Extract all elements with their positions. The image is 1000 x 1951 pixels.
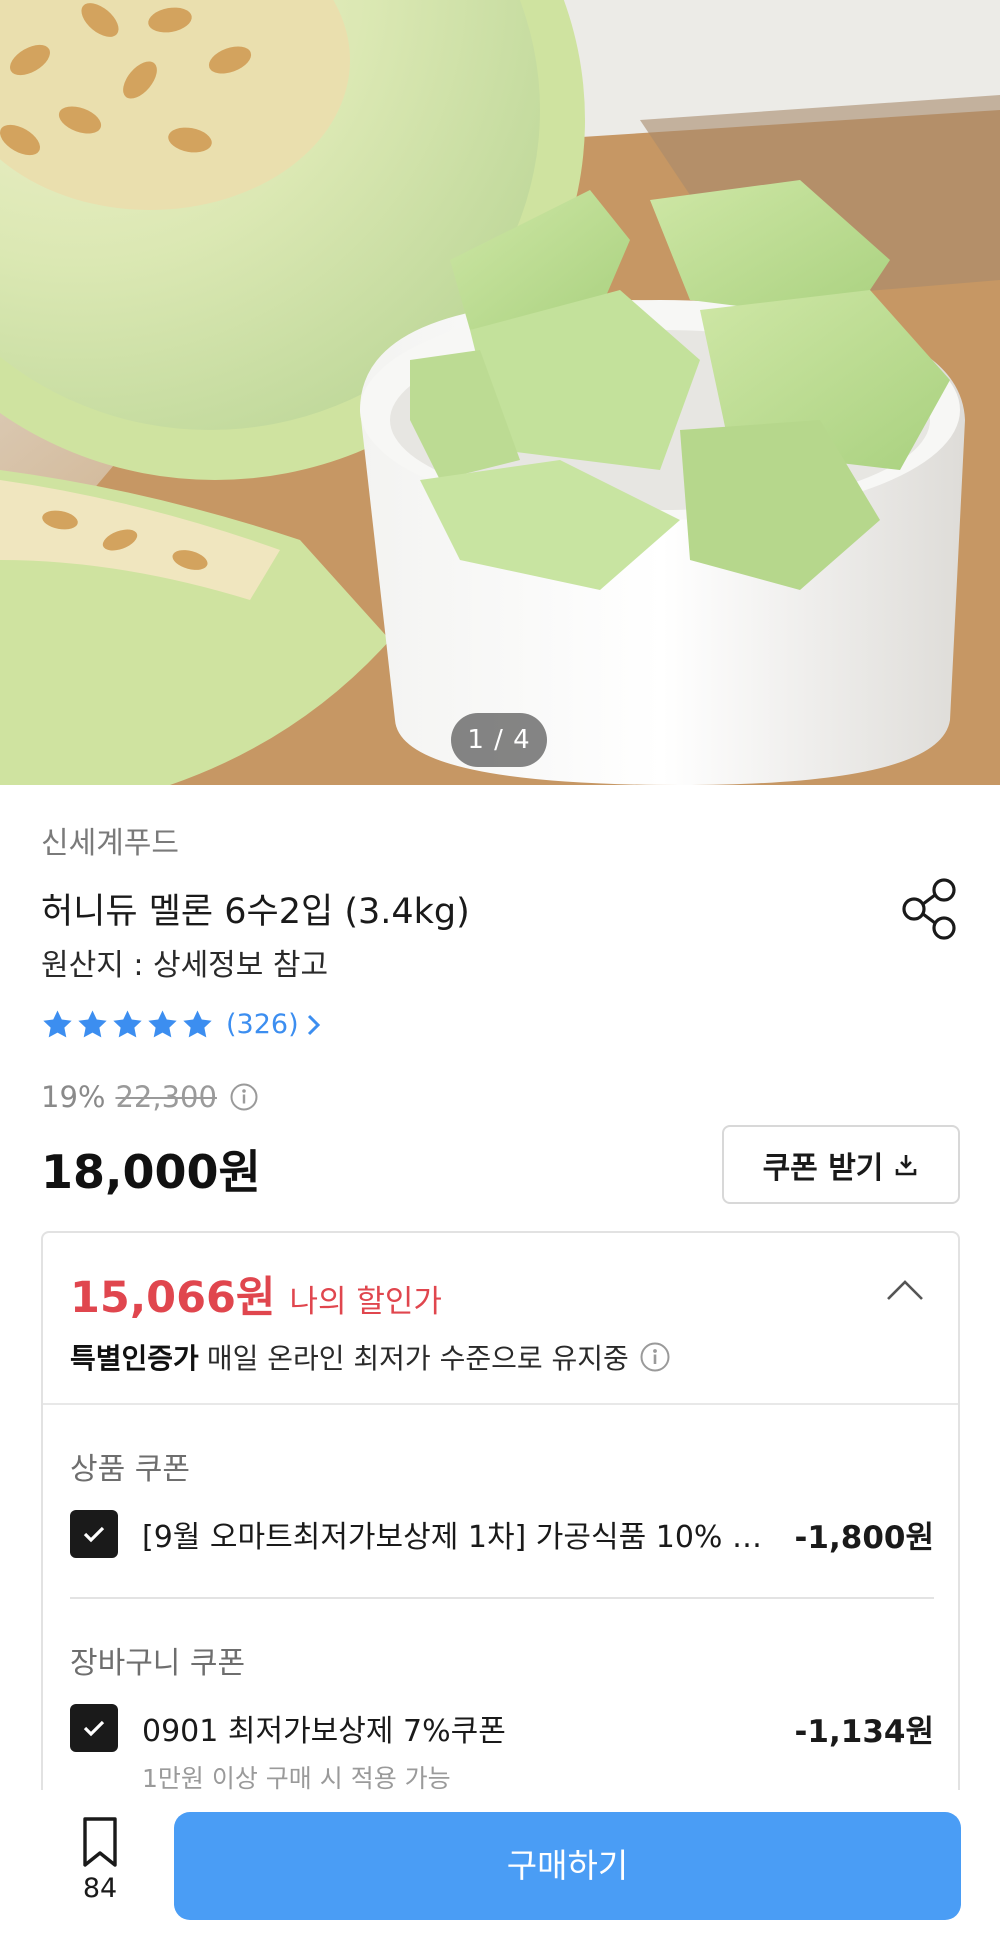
download-icon xyxy=(896,1154,917,1175)
wishlist-button[interactable]: 84 xyxy=(68,1815,132,1904)
check-icon xyxy=(83,1526,105,1543)
star-icon xyxy=(113,1010,142,1038)
image-counter: 1 / 4 xyxy=(451,713,547,767)
get-coupon-label: 쿠폰 받기 xyxy=(762,1150,884,1186)
discount-row: 19% 22,300 xyxy=(41,1080,259,1114)
coupon-row[interactable]: 0901 최저가보상제 7%쿠폰 -1,134원 xyxy=(70,1703,934,1753)
product-coupon-title: 상품 쿠폰 xyxy=(70,1452,190,1487)
chevron-right-icon xyxy=(307,1014,320,1035)
product-image[interactable]: 1 / 4 xyxy=(0,0,1000,785)
coupon-name: [9월 오마트최저가보상제 1차] 가공식품 10% 쿠폰 xyxy=(142,1520,762,1555)
special-price-text: 매일 온라인 최저가 수준으로 유지중 xyxy=(206,1342,629,1375)
brand-name[interactable]: 신세계푸드 xyxy=(41,818,179,862)
bookmark-icon xyxy=(83,1817,117,1867)
buy-button[interactable]: 구매하기 xyxy=(174,1812,961,1920)
coupon-checkbox[interactable] xyxy=(70,1510,118,1558)
discount-rate: 19% xyxy=(41,1080,106,1114)
info-icon[interactable] xyxy=(639,1341,671,1373)
star-icon xyxy=(148,1010,177,1038)
coupon-name: 0901 최저가보상제 7%쿠폰 xyxy=(142,1714,506,1749)
check-icon xyxy=(83,1720,105,1737)
chevron-up-icon xyxy=(887,1280,923,1300)
wishlist-count: 84 xyxy=(82,1873,118,1904)
my-discount-header: 15,066원 나의 할인가 xyxy=(70,1263,442,1325)
special-price-line: 특별인증가 매일 온라인 최저가 수준으로 유지중 xyxy=(70,1337,671,1377)
coupon-amount: -1,134원 xyxy=(794,1713,934,1750)
melon-photo xyxy=(0,0,1000,785)
original-price: 22,300 xyxy=(115,1080,217,1114)
coupon-row[interactable]: [9월 오마트최저가보상제 1차] 가공식품 10% 쿠폰 -1,800원 xyxy=(70,1509,934,1559)
review-count[interactable]: (326) xyxy=(226,1009,299,1040)
share-button[interactable] xyxy=(900,876,960,942)
divider xyxy=(70,1597,934,1599)
collapse-button[interactable] xyxy=(885,1277,925,1303)
share-icon xyxy=(902,878,956,940)
bottom-action-bar: 84 구매하기 xyxy=(0,1790,1000,1951)
star-rating xyxy=(41,1008,214,1041)
coupon-amount: -1,800원 xyxy=(794,1519,934,1556)
star-icon xyxy=(43,1010,72,1038)
special-price-label: 특별인증가 xyxy=(70,1342,199,1375)
sale-price: 18,000원 xyxy=(41,1145,261,1199)
product-title: 허니듀 멜론 6수2입 (3.4kg) xyxy=(41,892,470,932)
cart-coupon-title: 장바구니 쿠폰 xyxy=(70,1646,246,1681)
coupon-checkbox[interactable] xyxy=(70,1704,118,1752)
origin-info: 원산지 : 상세정보 참고 xyxy=(41,948,329,983)
divider xyxy=(43,1403,958,1405)
star-icon xyxy=(183,1010,212,1038)
info-icon[interactable] xyxy=(229,1082,259,1112)
rating-row[interactable]: (326) xyxy=(41,1008,323,1041)
my-discount-label: 나의 할인가 xyxy=(289,1284,442,1320)
my-discount-price: 15,066원 xyxy=(70,1273,276,1323)
star-icon xyxy=(78,1010,107,1038)
get-coupon-button[interactable]: 쿠폰 받기 xyxy=(722,1125,960,1204)
